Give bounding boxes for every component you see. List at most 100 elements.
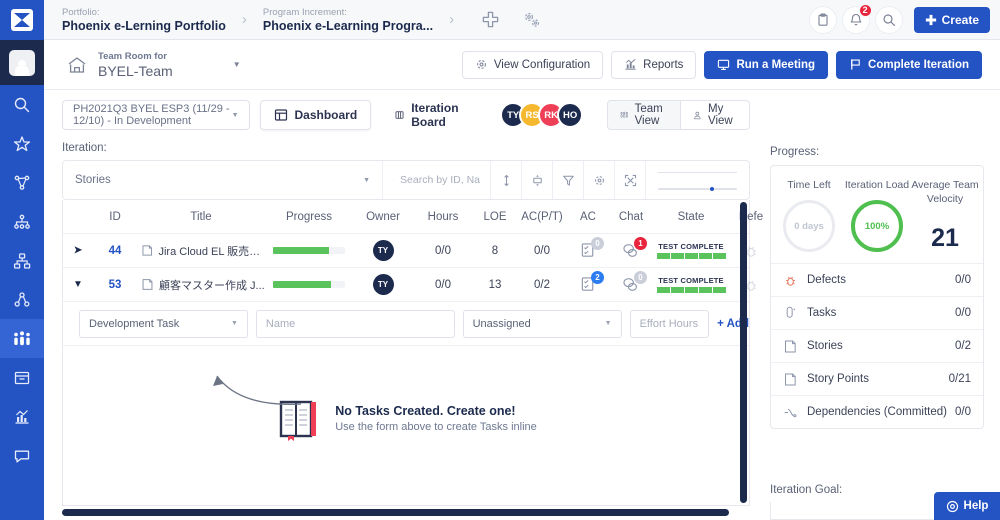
horizontal-scrollbar[interactable] (62, 508, 730, 516)
vertical-scrollbar[interactable] (740, 202, 747, 503)
team-room-selector[interactable]: Team Room for BYEL-Team (66, 50, 173, 80)
row-owner[interactable]: TY (353, 234, 413, 268)
column-state[interactable]: State (653, 211, 729, 223)
app-logo[interactable] (0, 0, 44, 40)
chevron-down-icon[interactable]: ▼ (233, 60, 241, 69)
row-state[interactable]: TEST COMPLETE (653, 234, 729, 268)
avatar[interactable]: HO (557, 102, 584, 128)
tab-iteration-board[interactable]: Iteration Board (381, 100, 481, 130)
task-name-input[interactable]: Name (255, 309, 455, 338)
row-title[interactable]: Jira Cloud EL 販売価... (137, 234, 265, 268)
empty-state-title: No Tasks Created. Create one! (335, 404, 516, 418)
state-label: TEST COMPLETE (658, 242, 724, 251)
table-header-row: ID Title Progress Owner Hours LOE AC(P/T… (63, 200, 763, 234)
notifications-button[interactable]: 2 (842, 2, 873, 33)
sidebar-item-network[interactable] (0, 163, 44, 202)
table-row[interactable]: ▼ 53 顧客マスター作成 J... TY 0/0 13 0/2 2 0 TES… (63, 268, 756, 302)
row-expand-toggle[interactable]: ▼ (63, 268, 93, 302)
row-title[interactable]: 顧客マスター作成 J... (137, 268, 265, 302)
column-loe[interactable]: LOE (473, 211, 517, 223)
row-id[interactable]: 53 (93, 268, 137, 302)
zoom-slider[interactable] (646, 161, 749, 199)
sidebar-item-chat[interactable] (0, 436, 44, 475)
stat-tasks[interactable]: Tasks 0/0 (771, 296, 983, 329)
task-effort-input[interactable]: Effort Hours (629, 309, 710, 338)
stat-story-points-name: Story Points (807, 373, 869, 385)
sort-button[interactable] (491, 161, 522, 199)
column-ac-pt[interactable]: AC(P/T) (517, 211, 567, 223)
column-title[interactable]: Title (137, 211, 265, 223)
stat-story-points[interactable]: Story Points 0/21 (771, 362, 983, 395)
stat-tasks-name: Tasks (807, 307, 837, 319)
task-effort-placeholder: Effort Hours (639, 317, 699, 330)
sidebar-item-team-members[interactable] (0, 319, 44, 358)
sidebar-item-search[interactable] (0, 85, 44, 124)
create-label: Create (941, 12, 979, 27)
team-view-button[interactable]: Team View (607, 100, 682, 130)
table-row[interactable]: ➤ 44 Jira Cloud EL 販売価... TY 0/0 8 0/0 0… (63, 234, 756, 268)
my-view-button[interactable]: My View (681, 100, 750, 130)
complete-iteration-button[interactable]: Complete Iteration (836, 50, 982, 79)
progress-pane: Progress: Time Left 0 days Iteration Loa… (760, 90, 1000, 520)
column-id[interactable]: ID (93, 211, 137, 223)
row-expand-toggle[interactable]: ➤ (63, 234, 93, 268)
row-ac[interactable]: 2 (567, 268, 609, 302)
monitor-icon (718, 59, 730, 70)
archive-icon (14, 371, 30, 384)
settings-gears-button[interactable] (519, 7, 545, 33)
stat-defects[interactable]: Defects 0/0 (771, 263, 983, 296)
plus-icon (925, 14, 936, 25)
team-header: Team Room for BYEL-Team ▼ View Configura… (44, 40, 1000, 90)
column-progress[interactable]: Progress (265, 211, 353, 223)
slider-knob[interactable] (709, 187, 714, 191)
fullscreen-button[interactable] (615, 161, 646, 199)
column-owner[interactable]: Owner (353, 211, 413, 223)
sidebar-item-analytics[interactable] (0, 397, 44, 436)
iteration-select[interactable]: PH2021Q3 BYEL ESP3 (11/29 - 12/10) - In … (62, 100, 250, 130)
people-icon (14, 291, 30, 307)
sidebar-item-people[interactable] (0, 280, 44, 319)
settings-button[interactable] (584, 161, 615, 199)
column-chat[interactable]: Chat (609, 211, 653, 223)
task-assignee-select[interactable]: Unassigned ▼ (462, 309, 622, 338)
expand-rows-button[interactable] (522, 161, 553, 199)
reports-button[interactable]: Reports (611, 50, 697, 79)
view-configuration-button[interactable]: View Configuration (461, 50, 604, 79)
row-ac[interactable]: 0 (567, 234, 609, 268)
sidebar-item-favorites[interactable] (0, 124, 44, 163)
column-hours[interactable]: Hours (413, 211, 473, 223)
filter-icon (562, 175, 574, 186)
column-defects[interactable]: Defe (729, 211, 773, 223)
row-chat[interactable]: 0 (609, 268, 653, 302)
create-button[interactable]: Create (913, 6, 990, 33)
breadcrumb-program-increment[interactable]: Program Increment: Phoenix e-Learning Pr… (263, 6, 433, 34)
breadcrumb-portfolio[interactable]: Portfolio: Phoenix e-Lerning Portfolio (62, 6, 226, 34)
ac-count-badge: 2 (591, 270, 604, 284)
task-type-select[interactable]: Development Task ▼ (79, 309, 248, 338)
column-ac[interactable]: AC (567, 211, 609, 223)
sidebar-item-archive[interactable] (0, 358, 44, 397)
filter-type-select[interactable]: Stories ▼ (63, 161, 383, 199)
story-icon (142, 279, 153, 290)
search-input[interactable]: Search by ID, Na (383, 161, 491, 199)
run-a-meeting-button[interactable]: Run a Meeting (704, 50, 829, 79)
row-owner[interactable]: TY (353, 268, 413, 302)
row-defects[interactable] (729, 234, 773, 268)
user-avatar-button[interactable] (0, 40, 44, 85)
sidebar-item-org-chart[interactable] (0, 241, 44, 280)
tab-dashboard[interactable]: Dashboard (259, 100, 372, 130)
row-state[interactable]: TEST COMPLETE (653, 268, 729, 302)
search-button[interactable] (875, 6, 902, 33)
stat-stories[interactable]: Stories 0/2 (771, 329, 983, 362)
row-defects[interactable] (729, 268, 773, 302)
filter-button[interactable] (553, 161, 584, 199)
row-id[interactable]: 44 (93, 234, 137, 268)
sidebar-item-hierarchy[interactable] (0, 202, 44, 241)
clipboard-button[interactable] (809, 6, 836, 33)
expand-rows-icon (532, 174, 542, 186)
add-button[interactable] (477, 7, 503, 33)
breadcrumb-pi-label: Program Increment: (262, 6, 347, 18)
row-chat[interactable]: 1 (609, 234, 653, 268)
stat-dependencies[interactable]: Dependencies (Committed) 0/0 (771, 395, 983, 428)
help-button[interactable]: Help (934, 492, 1000, 520)
